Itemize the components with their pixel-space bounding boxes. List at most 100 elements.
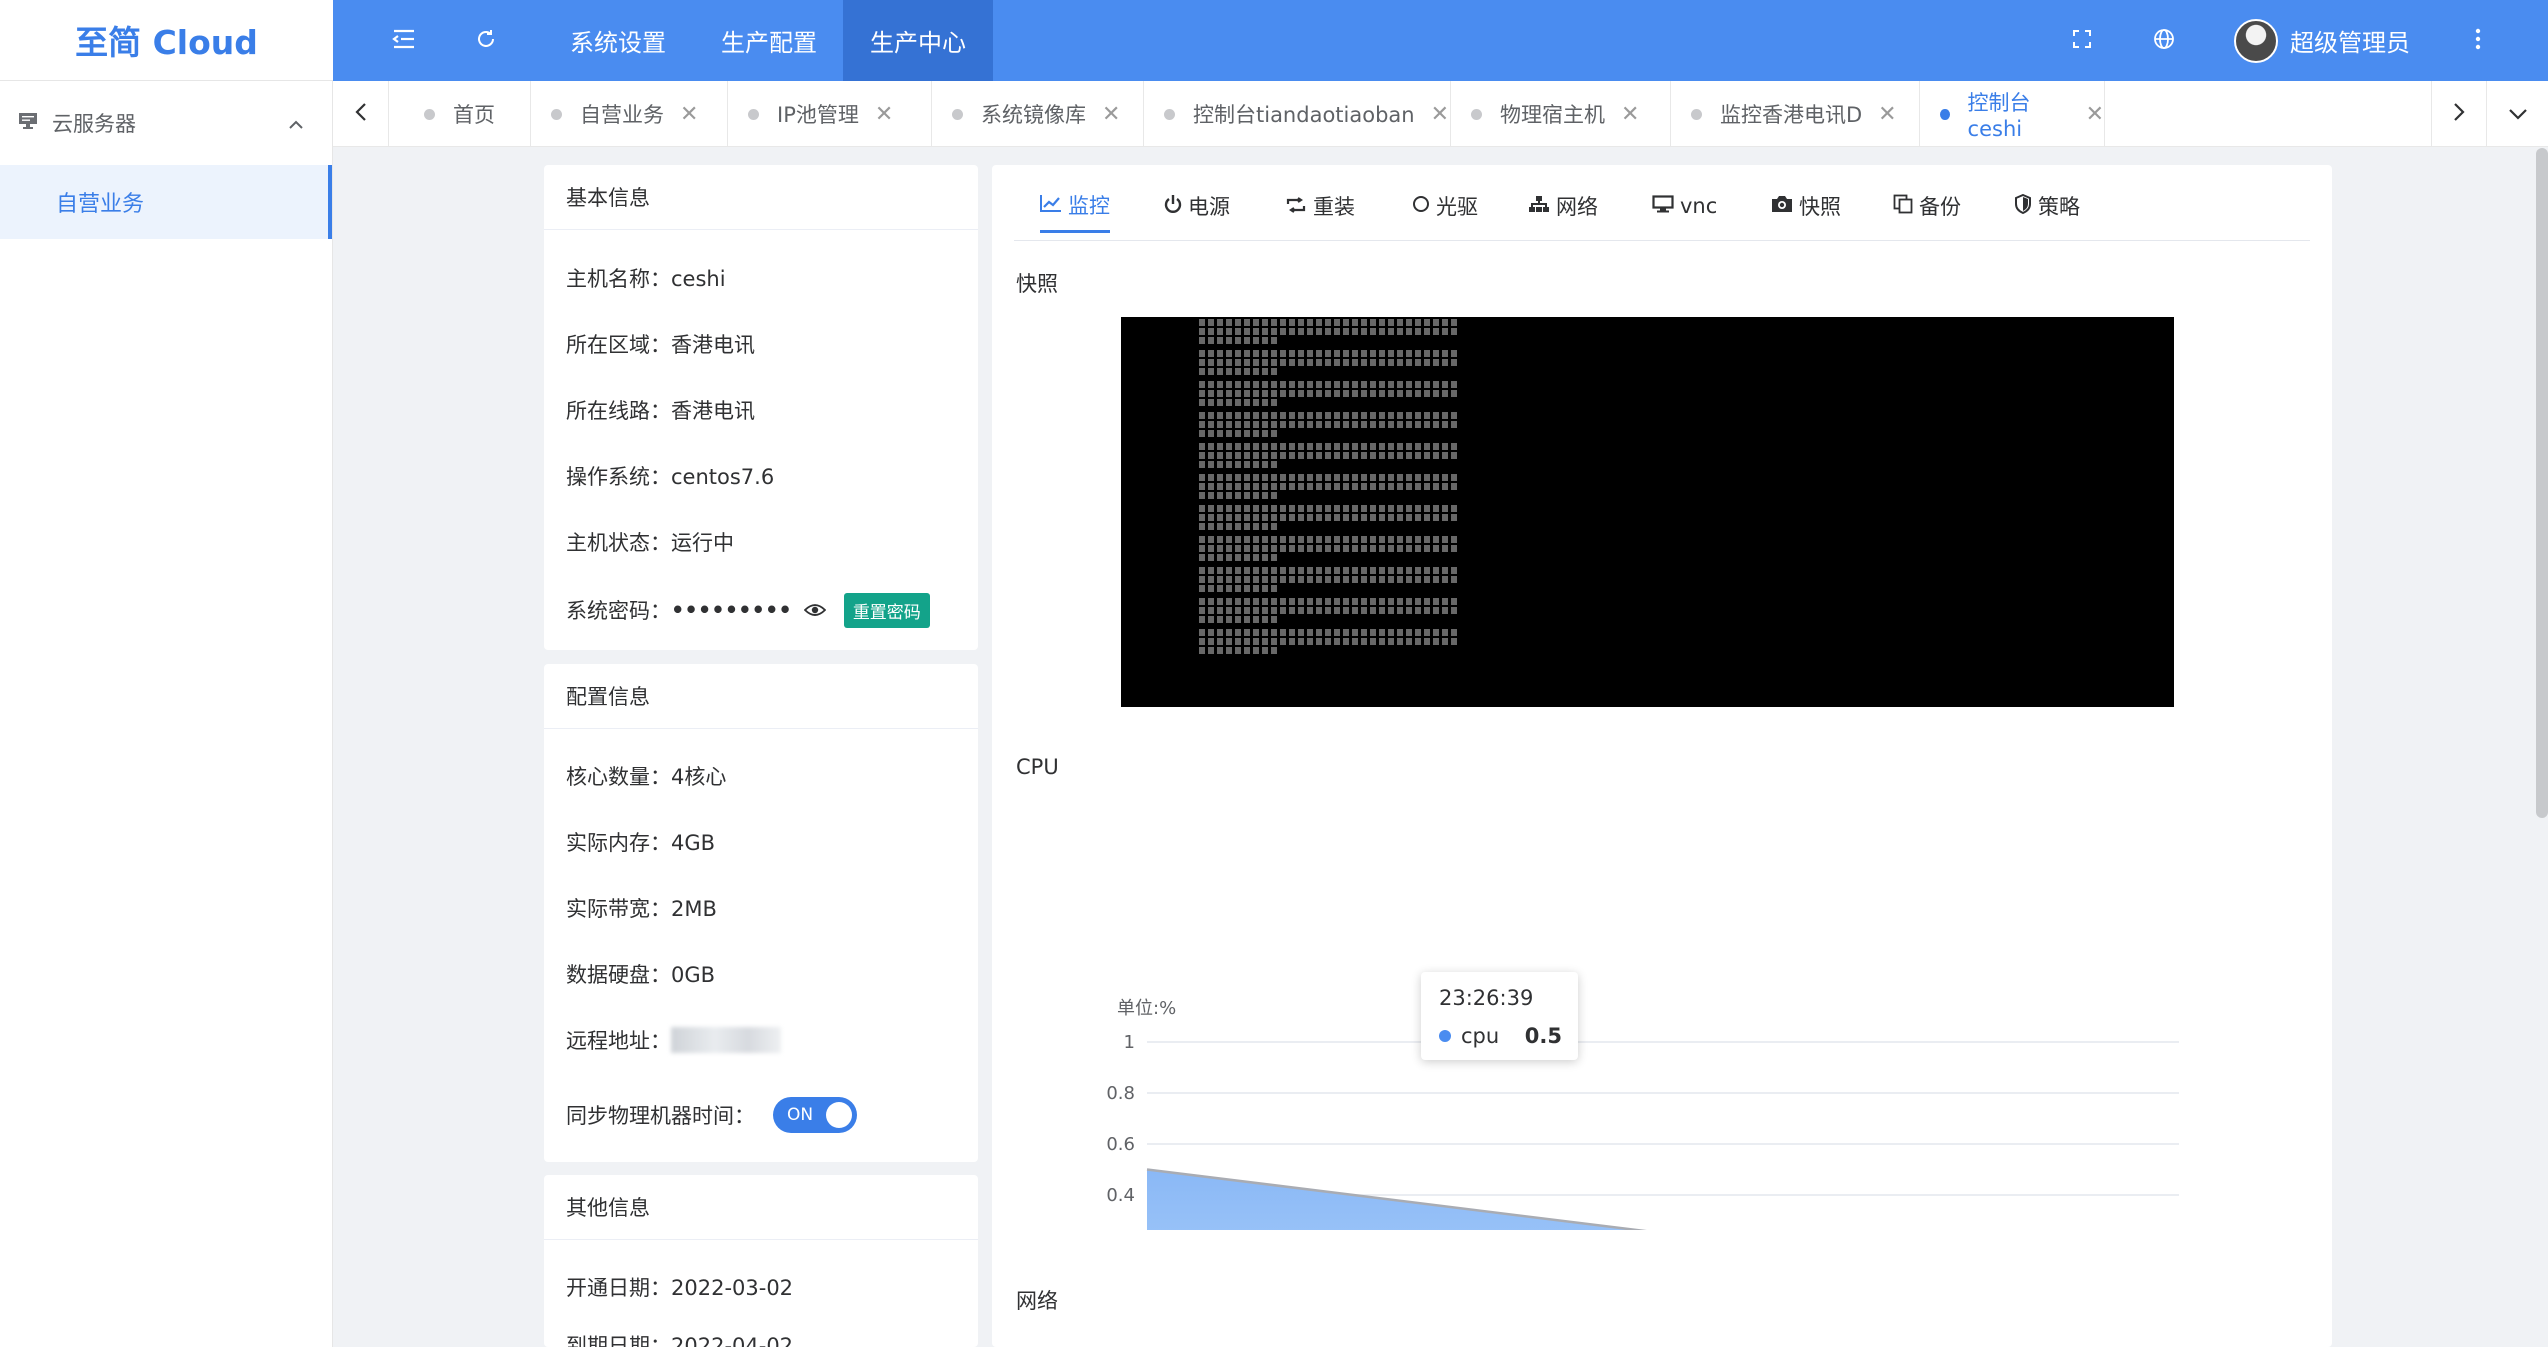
- language-button[interactable]: [2144, 0, 2184, 81]
- tab-vnc[interactable]: vnc: [1652, 179, 1717, 233]
- menu-production-config[interactable]: 生产配置: [705, 0, 833, 81]
- console-text-line: [1199, 381, 1459, 388]
- top-header: 至简 Cloud 系统设置 生产配置 生产中心 超级管理员: [0, 0, 2548, 81]
- console-text-line: [1199, 523, 1279, 530]
- scrollbar[interactable]: [2536, 148, 2548, 818]
- tab-monitor[interactable]: 监控: [1040, 179, 1110, 233]
- sidebar-group-label: 云服务器: [52, 112, 136, 136]
- close-icon[interactable]: ✕: [680, 102, 698, 127]
- tooltip-series: cpu: [1461, 1024, 1500, 1048]
- close-icon[interactable]: ✕: [1102, 102, 1120, 127]
- tab-image-library[interactable]: 系统镜像库 ✕: [932, 81, 1144, 147]
- tabs-divider: [1014, 240, 2310, 241]
- cpu-title: CPU: [1016, 755, 1059, 779]
- tab-reinstall[interactable]: 重装: [1285, 179, 1355, 233]
- tabs-bar: 首页 自营业务 ✕ IP池管理 ✕ 系统镜像库 ✕ 控制台tiandaotiaoban…: [333, 81, 2548, 147]
- sync-time-row: 同步物理机器时间： ON: [566, 1097, 857, 1133]
- sidebar-item-self-business[interactable]: 自营业务: [0, 165, 332, 239]
- console-text-line: [1199, 430, 1279, 437]
- console-text-line: [1199, 585, 1279, 592]
- remote-address-row: 远程地址：: [566, 1025, 781, 1055]
- reset-password-button[interactable]: 重置密码: [843, 592, 930, 628]
- eye-icon[interactable]: [803, 602, 826, 618]
- tab-label: 重装: [1313, 195, 1355, 219]
- close-icon[interactable]: ✕: [2086, 102, 2104, 127]
- tab-dot: [748, 108, 759, 120]
- tab-console-tiandaotiaoban[interactable]: 控制台tiandaotiaoban ✕: [1144, 81, 1451, 147]
- tab-dot: [1940, 108, 1950, 120]
- close-icon[interactable]: ✕: [875, 102, 893, 127]
- chart-tooltip: 23:26:39 cpu 0.5: [1421, 972, 1578, 1060]
- sitemap-icon: [1528, 194, 1556, 218]
- cpu-chart[interactable]: 单位:%00.20.40.60.8123:26:3923:26:4823:26:…: [992, 810, 2332, 1230]
- refresh-button[interactable]: [456, 0, 516, 81]
- desktop-icon: [1652, 194, 1680, 218]
- tab-label: 自营业务: [580, 103, 664, 127]
- console-text-line: [1199, 319, 1459, 326]
- tab-home[interactable]: 首页: [404, 81, 531, 147]
- open-date: 开通日期：2022-03-02: [566, 1276, 794, 1300]
- collapse-menu-button[interactable]: [374, 0, 434, 81]
- snapshot-title: 快照: [1016, 272, 1058, 296]
- snapshot-screen[interactable]: [1121, 317, 2174, 707]
- console-text-line: [1199, 421, 1459, 428]
- tab-console-ceshi[interactable]: 控制台ceshi ✕: [1920, 81, 2105, 147]
- close-icon[interactable]: ✕: [1621, 102, 1639, 127]
- tab-dot: [551, 108, 562, 120]
- console-text-line: [1199, 359, 1459, 366]
- tab-dot: [1691, 108, 1702, 120]
- tab-label: 控制台tiandaotiaoban: [1193, 103, 1415, 127]
- tabs-next-button[interactable]: [2431, 81, 2487, 147]
- tabs-prev-button[interactable]: [333, 81, 389, 147]
- tab-label: 备份: [1919, 195, 1961, 219]
- console-text-line: [1199, 452, 1459, 459]
- host-line: 所在线路：香港电讯: [566, 399, 755, 423]
- tab-dot: [1471, 108, 1482, 120]
- tab-snapshot[interactable]: 快照: [1771, 179, 1841, 233]
- expire-date: 到期日期：2022-04-02: [566, 1334, 794, 1347]
- tab-backup[interactable]: 备份: [1893, 179, 1961, 233]
- user-menu[interactable]: 超级管理员: [2234, 0, 2410, 81]
- tab-monitor-hk[interactable]: 监控香港电讯D ✕: [1671, 81, 1920, 147]
- more-button[interactable]: [2458, 0, 2498, 81]
- menu-fold-icon: [392, 28, 416, 54]
- fullscreen-button[interactable]: [2062, 0, 2102, 81]
- chevron-right-icon: [2453, 102, 2465, 126]
- tab-label: 网络: [1556, 195, 1598, 219]
- console-text-line: [1199, 328, 1459, 335]
- bandwidth: 实际带宽：2MB: [566, 897, 717, 921]
- divider: [544, 1239, 978, 1240]
- sidebar: 云服务器 自营业务: [0, 81, 333, 1347]
- console-text-line: [1199, 536, 1459, 543]
- tab-label: 监控香港电讯D: [1720, 103, 1863, 127]
- power-icon: [1164, 194, 1188, 219]
- tab-self-business[interactable]: 自营业务 ✕: [531, 81, 728, 147]
- host-os: 操作系统：centos7.6: [566, 465, 775, 489]
- tab-policy[interactable]: 策略: [2014, 179, 2080, 233]
- console-text-line: [1199, 474, 1459, 481]
- tab-ip-pool[interactable]: IP池管理 ✕: [728, 81, 932, 147]
- tab-physical-host[interactable]: 物理宿主机 ✕: [1451, 81, 1671, 147]
- tabs-dropdown-button[interactable]: [2487, 81, 2548, 147]
- menu-production-center[interactable]: 生产中心: [843, 0, 993, 81]
- tab-cdrom[interactable]: 光驱: [1412, 179, 1478, 233]
- console-text-line: [1199, 399, 1279, 406]
- tab-network[interactable]: 网络: [1528, 179, 1598, 233]
- username: 超级管理员: [2290, 29, 2410, 57]
- app-logo[interactable]: 至简 Cloud: [0, 0, 333, 81]
- chevron-left-icon: [354, 102, 367, 126]
- card-title: 配置信息: [566, 685, 650, 709]
- console-text-line: [1199, 390, 1459, 397]
- sync-time-toggle[interactable]: ON: [773, 1097, 857, 1133]
- cpu-cores: 核心数量：4核心: [566, 765, 727, 789]
- close-icon[interactable]: ✕: [1431, 102, 1449, 127]
- retweet-icon: [1285, 194, 1313, 218]
- sidebar-group-cloud-server[interactable]: 云服务器: [0, 81, 332, 165]
- tab-label: 控制台ceshi: [1967, 91, 2031, 141]
- remote-address-label: 远程地址：: [566, 1029, 671, 1053]
- config-info-card: 配置信息 核心数量：4核心 实际内存：4GB 实际带宽：2MB 数据硬盘：0GB…: [544, 664, 978, 1162]
- y-tick-label: 0.8: [1106, 1083, 1135, 1104]
- menu-system-settings[interactable]: 系统设置: [554, 0, 682, 81]
- close-icon[interactable]: ✕: [1878, 102, 1896, 127]
- tab-power[interactable]: 电源: [1164, 179, 1230, 233]
